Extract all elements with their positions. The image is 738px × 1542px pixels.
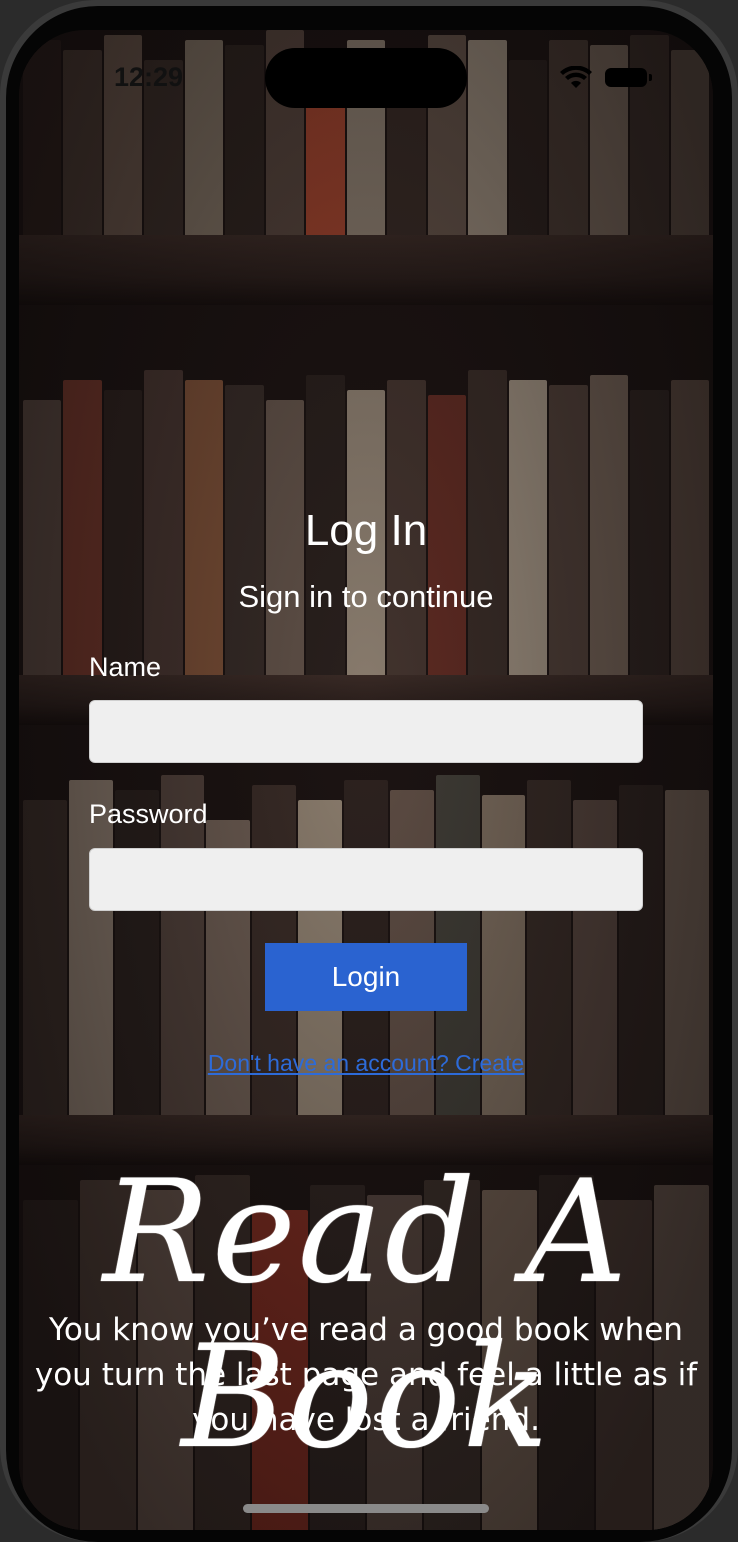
wifi-icon	[560, 66, 592, 88]
status-time: 12:29	[114, 62, 184, 92]
home-indicator[interactable]	[243, 1504, 489, 1513]
app-screen: 12:29 Log In Sign in to continue Name Pa…	[19, 30, 713, 1530]
create-account-link[interactable]: Don't have an account? Create	[19, 1050, 713, 1077]
password-input[interactable]	[89, 848, 643, 911]
battery-icon	[605, 68, 652, 87]
device-frame: 12:29 Log In Sign in to continue Name Pa…	[0, 0, 738, 1542]
dynamic-island	[265, 48, 467, 108]
page-subtitle: Sign in to continue	[238, 579, 494, 614]
name-input[interactable]	[89, 700, 643, 763]
name-label: Name	[89, 652, 162, 682]
quote-text: You know you’ve read a good book when yo…	[34, 1312, 698, 1438]
password-label: Password	[89, 799, 208, 829]
page-title: Log In	[304, 506, 428, 555]
login-button[interactable]: Login	[265, 943, 467, 1011]
